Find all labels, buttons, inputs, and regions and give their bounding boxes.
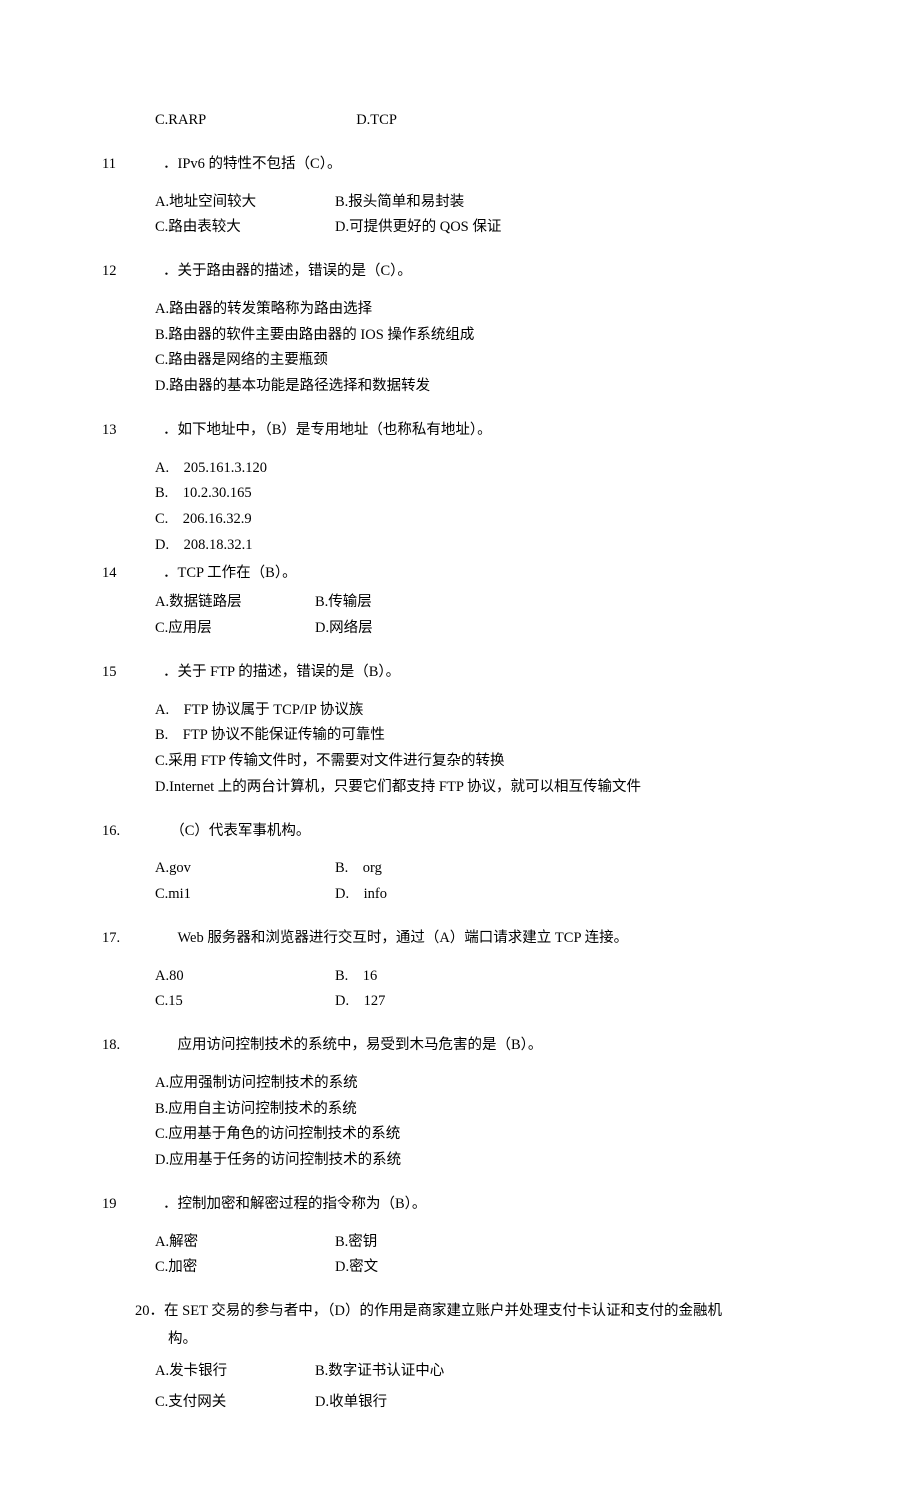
q11-options: A.地址空间较大 B.报头简单和易封装 C.路由表较大 D.可提供更好的 QOS…: [135, 192, 790, 240]
q18-text: 应用访问控制技术的系统中，易受到木马危害的是（B）。: [163, 1037, 542, 1053]
q11-option-b: B.报头简单和易封装: [335, 192, 790, 214]
q13-option-b: B. 10.2.30.165: [155, 483, 790, 505]
q19-option-b: B.密钥: [335, 1232, 790, 1254]
q15-option-d: D.Internet 上的两台计算机，只要它们都支持 FTP 协议，就可以相互传…: [155, 777, 790, 799]
q13-text: ．如下地址中，（B）是专用地址（也称私有地址）。: [163, 422, 492, 438]
q17-option-b: B. 16: [335, 966, 790, 988]
q19-options: A.解密 B.密钥 C.加密 D.密文: [135, 1232, 790, 1280]
q20-options: A.发卡银行 B.数字证书认证中心 C.支付网关 D.收单银行: [135, 1361, 790, 1415]
q17-option-d: D. 127: [335, 991, 790, 1013]
q15-text: ．关于 FTP 的描述，错误的是（B）。: [163, 664, 400, 680]
q20-option-d: D.收单银行: [315, 1392, 790, 1414]
q20-option-a: A.发卡银行: [155, 1361, 315, 1383]
q14-option-a: A.数据链路层: [155, 592, 315, 614]
q16-text: （C）代表军事机构。: [178, 823, 311, 839]
q16-options: A.gov B. org C.mi1 D. info: [135, 858, 790, 906]
q11-option-d: D.可提供更好的 QOS 保证: [335, 217, 790, 239]
q18-number: 18.: [135, 1035, 163, 1057]
q14-text: ．TCP 工作在（B）。: [163, 565, 297, 581]
q18-option-c: C.应用基于角色的访问控制技术的系统: [155, 1124, 790, 1146]
q17-text: Web 服务器和浏览器进行交互时，通过（A）端口请求建立 TCP 连接。: [163, 930, 628, 946]
q18-options: A.应用强制访问控制技术的系统 B.应用自主访问控制技术的系统 C.应用基于角色…: [135, 1073, 790, 1172]
q13-stem: 13．如下地址中，（B）是专用地址（也称私有地址）。: [168, 420, 790, 442]
q20-stem-line2: 构。: [135, 1329, 790, 1351]
q16-option-b: B. org: [335, 858, 790, 880]
q18-option-a: A.应用强制访问控制技术的系统: [155, 1073, 790, 1095]
q20-text-1: ．在 SET 交易的参与者中，（D）的作用是商家建立账户并处理支付卡认证和支付的…: [150, 1303, 723, 1319]
q12-option-c: C.路由器是网络的主要瓶颈: [155, 350, 790, 372]
q19-number: 19: [135, 1194, 163, 1216]
q18-option-b: B.应用自主访问控制技术的系统: [155, 1099, 790, 1121]
q15-option-c: C.采用 FTP 传输文件时，不需要对文件进行复杂的转换: [155, 751, 790, 773]
q13-number: 13: [135, 420, 163, 442]
q17-stem: 17. Web 服务器和浏览器进行交互时，通过（A）端口请求建立 TCP 连接。: [168, 928, 790, 950]
q19-stem: 19．控制加密和解密过程的指令称为（B）。: [168, 1194, 790, 1216]
q18-stem: 18. 应用访问控制技术的系统中，易受到木马危害的是（B）。: [168, 1035, 790, 1057]
q15-option-b: B. FTP 协议不能保证传输的可靠性: [155, 725, 790, 747]
q15-stem: 15．关于 FTP 的描述，错误的是（B）。: [168, 662, 790, 684]
q11-text: ．IPv6 的特性不包括（C）。: [163, 156, 341, 172]
q20-option-b: B.数字证书认证中心: [315, 1361, 790, 1383]
q14-option-d: D.网络层: [315, 618, 790, 640]
q14-number: 14: [135, 563, 163, 585]
q12-option-d: D.路由器的基本功能是路径选择和数据转发: [155, 376, 790, 398]
q15-options: A. FTP 协议属于 TCP/IP 协议族 B. FTP 协议不能保证传输的可…: [135, 700, 790, 799]
q17-number: 17.: [135, 928, 163, 950]
q12-option-a: A.路由器的转发策略称为路由选择: [155, 299, 790, 321]
q12-number: 12: [135, 261, 163, 283]
q16-option-d: D. info: [335, 884, 790, 906]
q13-option-c: C. 206.16.32.9: [155, 509, 790, 531]
q10-option-c: C.RARP: [155, 110, 206, 132]
q15-option-a: A. FTP 协议属于 TCP/IP 协议族: [155, 700, 790, 722]
q16-option-c: C.mi1: [155, 884, 335, 906]
q11-stem: 11．IPv6 的特性不包括（C）。: [168, 154, 790, 176]
q16-option-a: A.gov: [155, 858, 335, 880]
q11-option-c: C.路由表较大: [155, 217, 335, 239]
q14-options: A.数据链路层 B.传输层 C.应用层 D.网络层: [135, 592, 790, 640]
q17-option-a: A.80: [155, 966, 335, 988]
q14-option-c: C.应用层: [155, 618, 315, 640]
q14-option-b: B.传输层: [315, 592, 790, 614]
q19-option-d: D.密文: [335, 1257, 790, 1279]
q17-options: A.80 B. 16 C.15 D. 127: [135, 966, 790, 1014]
q16-number: 16.: [135, 821, 163, 843]
q13-option-a: A. 205.161.3.120: [155, 458, 790, 480]
q11-option-a: A.地址空间较大: [155, 192, 335, 214]
q13-option-d: D. 208.18.32.1: [155, 535, 790, 557]
q19-option-c: C.加密: [155, 1257, 335, 1279]
q17-option-c: C.15: [155, 991, 335, 1013]
q14-stem: 14．TCP 工作在（B）。: [168, 563, 790, 585]
document-page: C.RARP D.TCP 11．IPv6 的特性不包括（C）。 A.地址空间较大…: [0, 0, 920, 1496]
q20-number: 20: [135, 1303, 150, 1319]
q18-option-d: D.应用基于任务的访问控制技术的系统: [155, 1150, 790, 1172]
q12-stem: 12．关于路由器的描述，错误的是（C）。: [168, 261, 790, 283]
q19-text: ．控制加密和解密过程的指令称为（B）。: [163, 1196, 426, 1212]
q10-options: C.RARP D.TCP: [135, 110, 790, 132]
q15-number: 15: [135, 662, 163, 684]
q11-number: 11: [135, 154, 163, 176]
q12-option-b: B.路由器的软件主要由路由器的 IOS 操作系统组成: [155, 325, 790, 347]
q10-option-d: D.TCP: [356, 110, 397, 132]
q16-stem: 16. （C）代表军事机构。: [168, 821, 790, 843]
q13-options: A. 205.161.3.120 B. 10.2.30.165 C. 206.1…: [135, 458, 790, 557]
q20-stem-line1: 20．在 SET 交易的参与者中，（D）的作用是商家建立账户并处理支付卡认证和支…: [135, 1301, 790, 1323]
q12-options: A.路由器的转发策略称为路由选择 B.路由器的软件主要由路由器的 IOS 操作系…: [135, 299, 790, 398]
q12-text: ．关于路由器的描述，错误的是（C）。: [163, 263, 412, 279]
q19-option-a: A.解密: [155, 1232, 335, 1254]
q20-option-c: C.支付网关: [155, 1392, 315, 1414]
